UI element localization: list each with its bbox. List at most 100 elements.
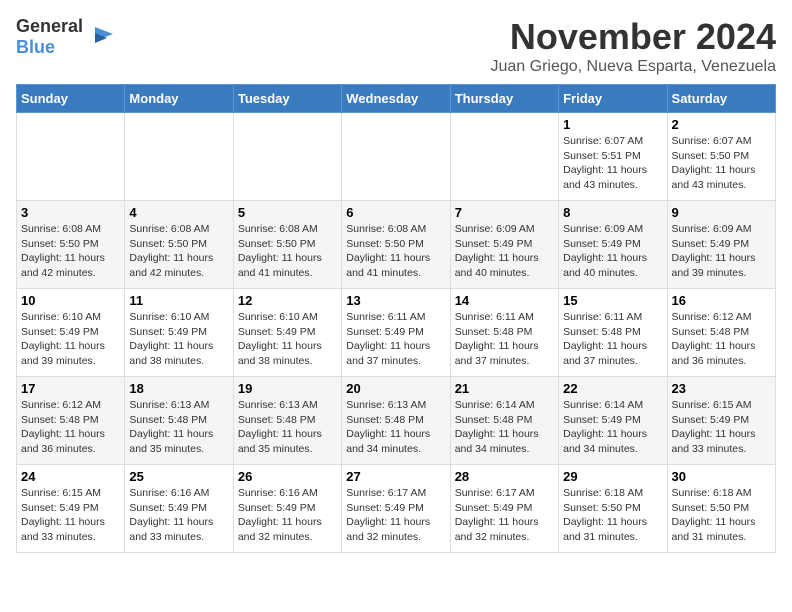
day-number: 13 xyxy=(346,293,445,308)
day-info: Sunrise: 6:12 AM Sunset: 5:48 PM Dayligh… xyxy=(21,398,120,457)
day-info: Sunrise: 6:17 AM Sunset: 5:49 PM Dayligh… xyxy=(346,486,445,545)
day-info: Sunrise: 6:11 AM Sunset: 5:49 PM Dayligh… xyxy=(346,310,445,369)
day-number: 14 xyxy=(455,293,554,308)
day-number: 26 xyxy=(238,469,337,484)
day-info: Sunrise: 6:12 AM Sunset: 5:48 PM Dayligh… xyxy=(672,310,771,369)
day-info: Sunrise: 6:16 AM Sunset: 5:49 PM Dayligh… xyxy=(129,486,228,545)
day-cell-28: 28Sunrise: 6:17 AM Sunset: 5:49 PM Dayli… xyxy=(450,465,558,553)
day-cell-18: 18 Sunrise: 6:13 AM Sunset: 5:48 PM Dayli… xyxy=(125,377,233,465)
day-info: Sunrise: 6:10 AM Sunset: 5:49 PM Dayligh… xyxy=(238,310,337,369)
day-info: Sunrise: 6:07 AM Sunset: 5:50 PM Dayligh… xyxy=(672,134,771,193)
day-number: 7 xyxy=(455,205,554,220)
day-info: Sunrise: 6:15 AM Sunset: 5:49 PM Dayligh… xyxy=(21,486,120,545)
day-number: 17 xyxy=(21,381,120,396)
day-cell-27: 27 Sunrise: 6:17 AM Sunset: 5:49 PM Dayli… xyxy=(342,465,450,553)
day-info: Sunrise: 6:14 AM Sunset: 5:49 PM Dayligh… xyxy=(563,398,662,457)
day-info: Sunrise: 6:14 AM Sunset: 5:48 PM Dayligh… xyxy=(455,398,554,457)
day-number: 19 xyxy=(238,381,337,396)
day-number: 20 xyxy=(346,381,445,396)
empty-cell xyxy=(450,113,558,201)
day-info: Sunrise: 6:09 AM Sunset: 5:49 PM Dayligh… xyxy=(455,222,554,281)
logo-general: General xyxy=(16,16,83,36)
day-number: 2 xyxy=(672,117,771,132)
week-row-5: 24 Sunrise: 6:15 AM Sunset: 5:49 PM Dayli… xyxy=(17,465,776,553)
day-number: 8 xyxy=(563,205,662,220)
empty-cell xyxy=(342,113,450,201)
header: General Blue November 2024 Juan Griego, … xyxy=(16,16,776,76)
day-number: 9 xyxy=(672,205,771,220)
header-row: SundayMondayTuesdayWednesdayThursdayFrid… xyxy=(17,85,776,113)
day-cell-13: 13 Sunrise: 6:11 AM Sunset: 5:49 PM Dayli… xyxy=(342,289,450,377)
day-number: 11 xyxy=(129,293,228,308)
day-number: 18 xyxy=(129,381,228,396)
day-cell-4: 4 Sunrise: 6:08 AM Sunset: 5:50 PM Daylig… xyxy=(125,201,233,289)
day-number: 12 xyxy=(238,293,337,308)
day-info: Sunrise: 6:08 AM Sunset: 5:50 PM Dayligh… xyxy=(129,222,228,281)
day-number: 29 xyxy=(563,469,662,484)
day-number: 5 xyxy=(238,205,337,220)
day-cell-15: 15 Sunrise: 6:11 AM Sunset: 5:48 PM Dayli… xyxy=(559,289,667,377)
day-cell-19: 19 Sunrise: 6:13 AM Sunset: 5:48 PM Dayli… xyxy=(233,377,341,465)
day-number: 4 xyxy=(129,205,228,220)
empty-cell xyxy=(125,113,233,201)
day-number: 16 xyxy=(672,293,771,308)
day-info: Sunrise: 6:17 AM Sunset: 5:49 PM Dayligh… xyxy=(455,486,554,545)
day-info: Sunrise: 6:13 AM Sunset: 5:48 PM Dayligh… xyxy=(129,398,228,457)
day-cell-20: 20 Sunrise: 6:13 AM Sunset: 5:48 PM Dayli… xyxy=(342,377,450,465)
day-number: 21 xyxy=(455,381,554,396)
day-header-monday: Monday xyxy=(125,85,233,113)
logo-text: General Blue xyxy=(16,16,83,58)
day-cell-25: 25 Sunrise: 6:16 AM Sunset: 5:49 PM Dayli… xyxy=(125,465,233,553)
day-number: 15 xyxy=(563,293,662,308)
day-info: Sunrise: 6:10 AM Sunset: 5:49 PM Dayligh… xyxy=(21,310,120,369)
empty-cell xyxy=(17,113,125,201)
day-cell-1: 1Sunrise: 6:07 AM Sunset: 5:51 PM Daylig… xyxy=(559,113,667,201)
day-cell-23: 23Sunrise: 6:15 AM Sunset: 5:49 PM Dayli… xyxy=(667,377,775,465)
day-info: Sunrise: 6:11 AM Sunset: 5:48 PM Dayligh… xyxy=(455,310,554,369)
day-cell-12: 12 Sunrise: 6:10 AM Sunset: 5:49 PM Dayli… xyxy=(233,289,341,377)
day-number: 30 xyxy=(672,469,771,484)
day-info: Sunrise: 6:10 AM Sunset: 5:49 PM Dayligh… xyxy=(129,310,228,369)
day-info: Sunrise: 6:13 AM Sunset: 5:48 PM Dayligh… xyxy=(238,398,337,457)
title-section: November 2024 Juan Griego, Nueva Esparta… xyxy=(490,16,776,76)
day-header-wednesday: Wednesday xyxy=(342,85,450,113)
day-info: Sunrise: 6:16 AM Sunset: 5:49 PM Dayligh… xyxy=(238,486,337,545)
day-number: 24 xyxy=(21,469,120,484)
day-info: Sunrise: 6:11 AM Sunset: 5:48 PM Dayligh… xyxy=(563,310,662,369)
day-cell-10: 10Sunrise: 6:10 AM Sunset: 5:49 PM Dayli… xyxy=(17,289,125,377)
day-cell-21: 21 Sunrise: 6:14 AM Sunset: 5:48 PM Dayli… xyxy=(450,377,558,465)
day-number: 22 xyxy=(563,381,662,396)
day-header-tuesday: Tuesday xyxy=(233,85,341,113)
empty-cell xyxy=(233,113,341,201)
week-row-2: 3Sunrise: 6:08 AM Sunset: 5:50 PM Daylig… xyxy=(17,201,776,289)
day-cell-2: 2 Sunrise: 6:07 AM Sunset: 5:50 PM Daylig… xyxy=(667,113,775,201)
day-info: Sunrise: 6:08 AM Sunset: 5:50 PM Dayligh… xyxy=(21,222,120,281)
week-row-3: 10Sunrise: 6:10 AM Sunset: 5:49 PM Dayli… xyxy=(17,289,776,377)
month-title: November 2024 xyxy=(490,16,776,58)
day-info: Sunrise: 6:08 AM Sunset: 5:50 PM Dayligh… xyxy=(238,222,337,281)
day-cell-30: 30Sunrise: 6:18 AM Sunset: 5:50 PM Dayli… xyxy=(667,465,775,553)
day-number: 1 xyxy=(563,117,662,132)
day-info: Sunrise: 6:13 AM Sunset: 5:48 PM Dayligh… xyxy=(346,398,445,457)
day-cell-8: 8 Sunrise: 6:09 AM Sunset: 5:49 PM Daylig… xyxy=(559,201,667,289)
day-info: Sunrise: 6:09 AM Sunset: 5:49 PM Dayligh… xyxy=(672,222,771,281)
day-number: 23 xyxy=(672,381,771,396)
week-row-4: 17 Sunrise: 6:12 AM Sunset: 5:48 PM Dayli… xyxy=(17,377,776,465)
day-cell-3: 3Sunrise: 6:08 AM Sunset: 5:50 PM Daylig… xyxy=(17,201,125,289)
day-header-friday: Friday xyxy=(559,85,667,113)
day-number: 27 xyxy=(346,469,445,484)
day-info: Sunrise: 6:09 AM Sunset: 5:49 PM Dayligh… xyxy=(563,222,662,281)
day-header-thursday: Thursday xyxy=(450,85,558,113)
day-cell-16: 16 Sunrise: 6:12 AM Sunset: 5:48 PM Dayli… xyxy=(667,289,775,377)
day-header-saturday: Saturday xyxy=(667,85,775,113)
day-header-sunday: Sunday xyxy=(17,85,125,113)
week-row-1: 1Sunrise: 6:07 AM Sunset: 5:51 PM Daylig… xyxy=(17,113,776,201)
day-number: 25 xyxy=(129,469,228,484)
day-info: Sunrise: 6:08 AM Sunset: 5:50 PM Dayligh… xyxy=(346,222,445,281)
day-cell-24: 24 Sunrise: 6:15 AM Sunset: 5:49 PM Dayli… xyxy=(17,465,125,553)
logo-blue: Blue xyxy=(16,37,55,57)
day-cell-26: 26 Sunrise: 6:16 AM Sunset: 5:49 PM Dayli… xyxy=(233,465,341,553)
logo: General Blue xyxy=(16,16,115,58)
day-cell-17: 17 Sunrise: 6:12 AM Sunset: 5:48 PM Dayli… xyxy=(17,377,125,465)
day-info: Sunrise: 6:18 AM Sunset: 5:50 PM Dayligh… xyxy=(563,486,662,545)
